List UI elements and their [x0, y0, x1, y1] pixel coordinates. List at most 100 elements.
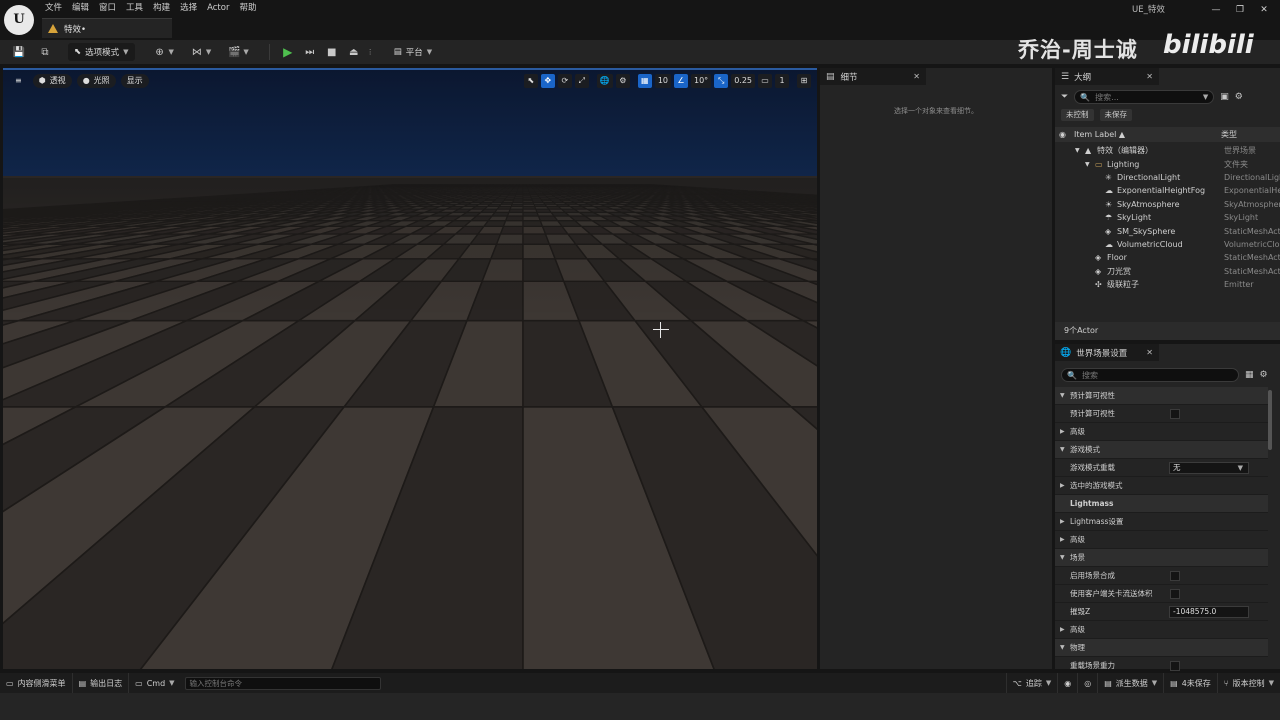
perspective-button[interactable]: ⬢ 透视	[32, 74, 72, 88]
expand-arrow-icon[interactable]: ▶	[1060, 518, 1065, 525]
unreal-logo[interactable]: U	[4, 5, 34, 35]
viewport-menu-icon[interactable]: ≡	[9, 74, 28, 88]
menu-help[interactable]: 帮助	[238, 0, 265, 16]
maximize-button[interactable]: ❐	[1228, 2, 1252, 18]
outliner-row[interactable]: ◈ SM_SkySphere StaticMeshActor	[1055, 224, 1280, 237]
menu-tools[interactable]: 工具	[125, 0, 152, 16]
expand-arrow-icon[interactable]: ▼	[1075, 147, 1080, 154]
play-button[interactable]: ▶	[279, 43, 297, 61]
scale-tool-icon[interactable]: ⤢	[574, 74, 589, 88]
surface-snap-icon[interactable]: ⚙	[615, 74, 630, 88]
visibility-eye-icon[interactable]: ◉	[1059, 130, 1066, 139]
close-window-button[interactable]: ✕	[1252, 2, 1276, 18]
cinematics-icon[interactable]: 🎬	[225, 43, 243, 61]
minimize-button[interactable]: —	[1204, 2, 1228, 18]
world-settings-tab[interactable]: 🌐 世界场景设置 ✕	[1055, 344, 1159, 361]
property-number-field[interactable]: -1048575.0	[1169, 605, 1249, 618]
col-type[interactable]: 类型	[1221, 129, 1237, 140]
outliner-row[interactable]: ✳ DirectionalLight DirectionalLight	[1055, 171, 1280, 184]
lighting-mode-button[interactable]: ● 光照	[76, 74, 116, 88]
add-folder-icon[interactable]: ▣	[1220, 92, 1229, 102]
menu-edit[interactable]: 编辑	[71, 0, 98, 16]
property-row[interactable]: ▶ Lightmass设置	[1055, 513, 1268, 531]
menu-window[interactable]: 窗口	[98, 0, 125, 16]
menu-actor[interactable]: Actor	[206, 0, 238, 16]
source-control-button[interactable]: ⑂ 版本控制 ▼	[1218, 673, 1280, 693]
settings-gear-icon[interactable]: ⚙	[1260, 370, 1268, 380]
expand-arrow-icon[interactable]: ▼	[1060, 554, 1065, 561]
save-icon[interactable]: 💾	[10, 43, 28, 61]
menu-build[interactable]: 构建	[152, 0, 179, 16]
outliner-row[interactable]: ◈ 刀光赏 StaticMeshActor	[1055, 265, 1280, 278]
expand-arrow-icon[interactable]: ▼	[1085, 161, 1090, 168]
outliner-row[interactable]: ☁ ExponentialHeightFog ExponentialHeightFo…	[1055, 184, 1280, 197]
outliner-row[interactable]: ▼ ▲ 特效（编辑器） 世界场景	[1055, 144, 1280, 157]
settings-gear-icon[interactable]: ⚙	[1235, 92, 1243, 102]
expand-arrow-icon[interactable]: ▶	[1060, 536, 1065, 543]
add-actor-icon[interactable]: ⊕	[151, 43, 169, 61]
outliner-row[interactable]: ☀ SkyAtmosphere SkyAtmosphere	[1055, 198, 1280, 211]
show-flags-button[interactable]: 显示	[120, 74, 149, 88]
viewport-layout-icon[interactable]: ⊞	[797, 74, 811, 88]
close-icon[interactable]: ✕	[1146, 348, 1153, 357]
property-row[interactable]: ▼ 预计算可视性	[1055, 387, 1268, 405]
property-row[interactable]: ▶ 高级	[1055, 531, 1268, 549]
property-row[interactable]: ▶ 高级	[1055, 621, 1268, 639]
property-row[interactable]: ▶ 选中的游戏模式	[1055, 477, 1268, 495]
world-settings-scrollbar[interactable]	[1268, 390, 1272, 450]
unsaved-pill[interactable]: 未保存	[1099, 109, 1132, 121]
step-button[interactable]: ⏭	[301, 43, 319, 61]
camera-icon[interactable]: ◎	[1078, 673, 1099, 693]
close-icon[interactable]: ✕	[1146, 72, 1153, 81]
property-row[interactable]: ▼ 物理	[1055, 639, 1268, 657]
rotation-snap-icon[interactable]: ∠	[674, 74, 688, 88]
expand-arrow-icon[interactable]: ▶	[1060, 626, 1065, 633]
property-row[interactable]: Lightmass	[1055, 495, 1268, 513]
world-settings-search-input[interactable]: 🔍 搜索	[1061, 368, 1239, 382]
rotation-snap-value[interactable]: 10°	[691, 74, 712, 88]
level-viewport[interactable]: ≡ ⬢ 透视 ● 光照 显示 ⬉ ✥ ⟳ ⤢ 🌐 ⚙ ▦ 10 ∠ 10° ⤡ …	[3, 68, 817, 669]
filter-icon[interactable]: ⏷	[1061, 92, 1068, 102]
scale-snap-icon[interactable]: ⤡	[714, 74, 729, 88]
grid-snap-icon[interactable]: ▦	[637, 74, 652, 88]
details-tab[interactable]: ▤ 细节 ✕	[820, 68, 926, 85]
close-icon[interactable]: ✕	[913, 72, 920, 81]
expand-arrow-icon[interactable]: ▶	[1060, 482, 1065, 489]
record-icon[interactable]: ◉	[1058, 673, 1079, 693]
property-row[interactable]: ▼ 游戏模式	[1055, 441, 1268, 459]
property-select[interactable]: 无 ▼	[1169, 461, 1249, 474]
camera-speed-icon[interactable]: ▭	[758, 74, 772, 88]
property-checkbox[interactable]	[1170, 570, 1180, 581]
platform-dropdown[interactable]: ▤ 平台 ▼	[388, 43, 438, 61]
table-view-icon[interactable]: ▦	[1245, 370, 1254, 380]
mode-select-dropdown[interactable]: ⬉ 选项模式 ▼	[68, 43, 135, 61]
unsaved-control-pill[interactable]: 未控制	[1061, 109, 1094, 121]
translate-tool-icon[interactable]: ✥	[540, 74, 555, 88]
scale-snap-value[interactable]: 0.25	[731, 74, 755, 88]
grid-snap-value[interactable]: 10	[654, 74, 671, 88]
level-tab[interactable]: 特效•	[42, 18, 172, 38]
property-row[interactable]: ▼ 场景	[1055, 549, 1268, 567]
outliner-row[interactable]: ▼ ▭ Lighting 文件夹	[1055, 157, 1280, 170]
outliner-row[interactable]: ☁ VolumetricCloud VolumetricCloud	[1055, 238, 1280, 251]
property-row[interactable]: ▶ 高级	[1055, 423, 1268, 441]
outliner-row[interactable]: ◈ Floor StaticMeshActor	[1055, 251, 1280, 264]
expand-arrow-icon[interactable]: ▼	[1060, 446, 1065, 453]
output-log-button[interactable]: ▤ 输出日志	[73, 673, 130, 693]
eject-button[interactable]: ⏏	[345, 43, 363, 61]
outliner-row[interactable]: ✣ 级联粒子 Emitter	[1055, 278, 1280, 291]
content-browser-icon[interactable]: ⧉	[36, 43, 54, 61]
blueprint-icon[interactable]: ⋈	[188, 43, 206, 61]
trace-button[interactable]: ⌥ 追踪 ▼	[1005, 673, 1059, 693]
menu-select[interactable]: 选择	[179, 0, 206, 16]
property-checkbox[interactable]	[1170, 408, 1180, 419]
property-checkbox[interactable]	[1170, 660, 1180, 671]
select-tool-icon[interactable]: ⬉	[523, 74, 538, 88]
camera-speed-value[interactable]: 1	[775, 74, 789, 88]
console-command-input[interactable]: 输入控制台命令	[184, 676, 381, 690]
rotate-tool-icon[interactable]: ⟳	[557, 74, 572, 88]
cmd-dropdown[interactable]: ▭ Cmd ▼	[129, 673, 180, 693]
outliner-tab[interactable]: ☰ 大纲 ✕	[1055, 68, 1159, 85]
stop-button[interactable]: ■	[323, 43, 341, 61]
expand-arrow-icon[interactable]: ▼	[1060, 644, 1065, 651]
